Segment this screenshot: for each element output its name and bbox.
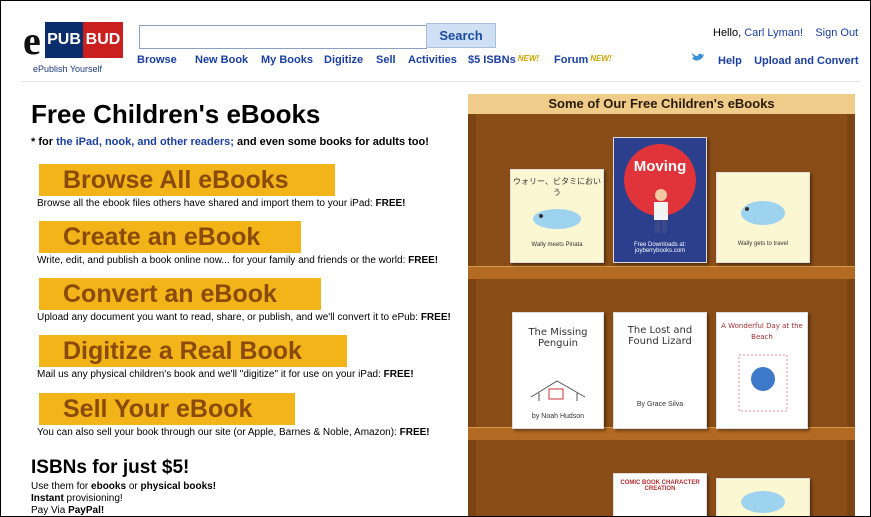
header-divider (21, 81, 861, 82)
new-badge: NEW! (517, 54, 540, 63)
browse-all-ebooks-button[interactable]: Browse All eBooks (39, 164, 335, 196)
book-title: A Wonderful Day at the Beach (721, 322, 803, 341)
isbn-heading: ISBNs for just $5! (31, 457, 190, 478)
sign-out-link[interactable]: Sign Out (815, 27, 858, 39)
free-label: FREE! (408, 255, 439, 266)
isbn-line-2: Instant provisioning! (31, 493, 123, 504)
fish-illustration-icon (741, 201, 785, 225)
book-title: The Lost and Found Lizard (627, 325, 693, 347)
book-comic-character[interactable]: COMIC BOOK CHARACTER CREATION (613, 473, 707, 516)
shelf-board (468, 266, 855, 279)
book-lost-found-lizard[interactable]: The Lost and Found Lizard By Grace Silva (613, 312, 707, 429)
nav-new-book[interactable]: New Book (195, 54, 248, 66)
fish-illustration-icon (533, 209, 581, 229)
free-label: FREE! (420, 312, 451, 323)
desc-text: Mail us any physical children's book and… (37, 369, 384, 380)
twitter-bird-icon[interactable] (691, 52, 705, 64)
help-links: Help Upload and Convert (718, 55, 859, 67)
isbn-bold: Instant (31, 493, 64, 504)
search-button[interactable]: Search (426, 23, 496, 48)
beach-illustration-icon (738, 354, 788, 412)
sell-ebook-button[interactable]: Sell Your eBook (39, 393, 295, 425)
book-moving[interactable]: Moving Free Downloads at: joyberrybooks.… (613, 137, 707, 263)
book-caption: by Noah Hudson (531, 413, 585, 420)
fish-illustration-icon (741, 491, 785, 513)
desc-text: Upload any document you want to read, sh… (37, 312, 421, 323)
isbn-text: Use them for (31, 481, 92, 492)
isbn-text: provisioning! (63, 493, 123, 504)
isbn-bold: PayPal! (68, 505, 105, 516)
bookshelf: Some of Our Free Children's eBooks ウォリー、… (468, 94, 855, 516)
book-day-at-beach[interactable]: A Wonderful Day at the Beach (716, 312, 808, 429)
nav-activities[interactable]: Activities (408, 54, 457, 66)
page-frame: e PUB BUD ePublish Yourself Search Brows… (0, 0, 871, 517)
nav-isbns[interactable]: $5 ISBNs NEW! (468, 54, 539, 66)
new-badge: NEW! (590, 54, 612, 63)
isbn-bold: ebooks (91, 481, 127, 492)
desc-text: You can also sell your book through our … (37, 427, 400, 438)
nav-sell[interactable]: Sell (376, 54, 396, 66)
book-wally-meets-pinata[interactable]: ウォリー、ビタミにおいう Wally meets Pinata (510, 169, 604, 263)
user-name-link[interactable]: Carl Lyman! (744, 27, 803, 39)
digitize-book-button[interactable]: Digitize a Real Book (39, 335, 347, 367)
logo-tagline: ePublish Yourself (33, 64, 103, 74)
create-ebook-button[interactable]: Create an eBook (39, 221, 301, 253)
bookshelf-title: Some of Our Free Children's eBooks (468, 94, 855, 114)
free-label: FREE! (383, 369, 414, 380)
nav-my-books[interactable]: My Books (261, 54, 313, 66)
subtitle-suffix: and even some books for adults too! (233, 136, 429, 148)
sketch-illustration-icon (530, 380, 586, 401)
digitize-description: Mail us any physical children's book and… (37, 369, 414, 380)
readers-link[interactable]: the iPad, nook, and other readers; (56, 136, 234, 148)
free-label: FREE! (375, 198, 406, 209)
nav-digitize[interactable]: Digitize (324, 54, 363, 66)
isbn-text: or (126, 481, 141, 492)
isbn-line-3: Pay Via PayPal! (31, 505, 104, 516)
book-title: COMIC BOOK CHARACTER CREATION (620, 480, 700, 492)
convert-ebook-button[interactable]: Convert an eBook (39, 278, 321, 310)
book-wally-fish[interactable] (716, 478, 810, 516)
desc-text: Write, edit, and publish a book online n… (37, 255, 409, 266)
boy-illustration-icon (654, 189, 668, 233)
epubbud-logo[interactable]: e PUB BUD ePublish Yourself (23, 18, 123, 76)
search-input[interactable] (139, 25, 427, 49)
create-description: Write, edit, and publish a book online n… (37, 255, 438, 266)
free-label: FREE! (399, 427, 430, 438)
page-subtitle: * for the iPad, nook, and other readers;… (31, 136, 429, 148)
book-title: The Missing Penguin (528, 327, 588, 349)
browse-description: Browse all the ebook files others have s… (37, 198, 406, 209)
isbn-text: Pay Via (31, 505, 69, 516)
book-title: ウォリー、ビタミにおいう (513, 177, 601, 197)
book-caption: Wally meets Pinata (531, 242, 583, 248)
logo-pub: PUB (45, 22, 83, 58)
book-caption: By Grace Silva (636, 401, 684, 408)
logo-e: e (23, 18, 41, 63)
nav-isbns-label: $5 ISBNs (468, 54, 516, 66)
book-caption: Free Downloads at: joyberrybooks.com (633, 242, 687, 254)
help-link[interactable]: Help (718, 55, 742, 67)
book-missing-penguin[interactable]: The Missing Penguin by Noah Hudson (512, 312, 604, 429)
subtitle-prefix: * for (31, 136, 57, 148)
upload-convert-link[interactable]: Upload and Convert (754, 55, 859, 67)
greeting-text: Hello, (713, 27, 742, 39)
desc-text: Browse all the ebook files others have s… (37, 198, 376, 209)
convert-description: Upload any document you want to read, sh… (37, 312, 451, 323)
sell-description: You can also sell your book through our … (37, 427, 430, 438)
isbn-line-1: Use them for ebooks or physical books! (31, 481, 216, 492)
book-caption: Wally gets to travel (737, 241, 789, 247)
isbn-bold: physical books! (140, 481, 217, 492)
book-title: Moving (633, 158, 687, 175)
logo-bud: BUD (83, 22, 123, 58)
nav-forum[interactable]: Forum NEW! (554, 54, 612, 66)
nav-forum-label: Forum (554, 54, 589, 66)
nav-browse[interactable]: Browse (137, 54, 177, 66)
page-title: Free Children's eBooks (31, 99, 321, 129)
user-greeting: Hello, Carl Lyman! Sign Out (713, 27, 858, 39)
book-wally-travel[interactable]: Wally gets to travel (716, 172, 810, 263)
